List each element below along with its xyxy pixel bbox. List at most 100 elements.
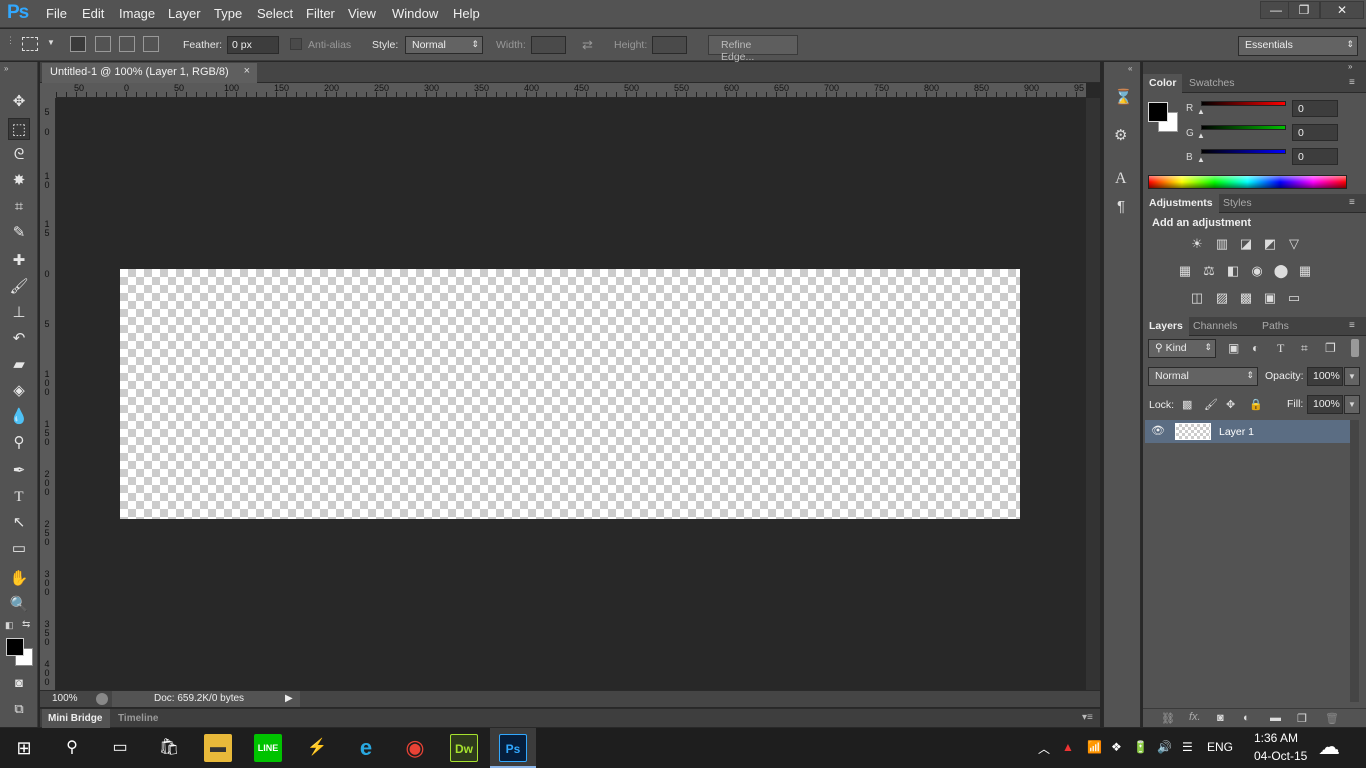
show-hidden-icons-icon[interactable]: ︿ (1038, 740, 1050, 757)
windows-start-icon[interactable]: ⊞ (10, 734, 38, 762)
eyedropper-icon[interactable]: ✎ (8, 222, 30, 244)
new-layer-icon[interactable]: ❐ (1297, 712, 1307, 725)
search-icon[interactable]: ⚲ (58, 734, 86, 762)
pen-tool-icon[interactable]: ✒ (8, 460, 30, 482)
marquee-preset-icon[interactable] (22, 37, 38, 51)
filter-shape-icon[interactable]: ⌗ (1301, 341, 1308, 356)
close-button[interactable]: ✕ (1320, 1, 1364, 19)
hue-saturation-icon[interactable]: ▦ (1176, 262, 1194, 280)
task-view-icon[interactable]: ▭ (106, 734, 134, 762)
swap-icon[interactable]: ⇄ (582, 37, 593, 53)
photoshop-taskbar-icon[interactable]: Ps (499, 734, 527, 762)
lock-all-icon[interactable]: 🔒 (1249, 398, 1263, 411)
add-selection-icon[interactable] (95, 36, 111, 52)
b-slider[interactable] (1201, 149, 1286, 154)
tab-timeline[interactable]: Timeline (118, 713, 158, 724)
panel-menu-icon[interactable]: ≡ (1349, 77, 1355, 88)
tab-adjustments[interactable]: Adjustments (1143, 194, 1219, 213)
filter-smart-object-icon[interactable]: ❐ (1325, 341, 1336, 355)
panel-menu-icon[interactable]: ≡ (1349, 320, 1355, 331)
expand-icon[interactable]: « (1128, 64, 1132, 73)
filter-pixel-icon[interactable]: ▣ (1228, 341, 1239, 355)
tab-close-icon[interactable]: × (244, 65, 250, 77)
color-lookup-icon[interactable]: ▦ (1296, 262, 1314, 280)
b-value-input[interactable]: 0 (1292, 148, 1338, 165)
menu-help[interactable]: Help (453, 6, 480, 21)
lock-image-icon[interactable]: 🖌 (1204, 398, 1218, 411)
threshold-icon[interactable]: ▩ (1237, 289, 1255, 307)
wifi-icon[interactable]: 📶 (1087, 740, 1102, 754)
lock-position-icon[interactable]: ✥ (1226, 398, 1235, 411)
style-select[interactable]: Normal (405, 36, 483, 54)
clone-stamp-icon[interactable]: ⊥ (8, 302, 30, 324)
refine-edge-button[interactable]: Refine Edge... (708, 35, 798, 63)
layers-scrollbar[interactable] (1350, 420, 1359, 702)
store-icon[interactable]: 🛍 (155, 734, 183, 762)
menu-edit[interactable]: Edit (82, 6, 104, 21)
width-input[interactable] (531, 36, 566, 54)
dropbox-icon[interactable]: ❖ (1111, 740, 1122, 754)
slider-handle-icon[interactable]: ▲ (1197, 155, 1205, 164)
menu-window[interactable]: Window (392, 6, 438, 21)
vibrance-icon[interactable]: ▽ (1285, 235, 1303, 253)
intersect-selection-icon[interactable] (143, 36, 159, 52)
filter-toggle[interactable] (1351, 339, 1359, 357)
menu-image[interactable]: Image (119, 6, 155, 21)
move-tool-icon[interactable]: ✥ (8, 91, 30, 113)
blur-tool-icon[interactable]: 💧 (8, 406, 30, 428)
menu-select[interactable]: Select (257, 6, 293, 21)
foreground-color-swatch[interactable] (6, 638, 24, 656)
line-app-icon[interactable]: LINE (254, 734, 282, 762)
swap-colors-icon[interactable]: ⇆ (22, 619, 30, 630)
rectangle-tool-icon[interactable]: ▭ (8, 538, 30, 560)
language-indicator[interactable]: ENG (1207, 740, 1233, 754)
collapse-icon[interactable]: » (4, 64, 8, 73)
default-colors-icon[interactable]: ◧ (5, 620, 14, 631)
black-white-icon[interactable]: ◧ (1224, 262, 1242, 280)
dodge-tool-icon[interactable]: ⚲ (8, 432, 30, 454)
r-value-input[interactable]: 0 (1292, 100, 1338, 117)
lasso-tool-icon[interactable]: ᘓ (8, 144, 30, 166)
slider-handle-icon[interactable]: ▲ (1197, 107, 1205, 116)
fill-input[interactable]: 100% (1307, 395, 1343, 414)
vertical-scrollbar[interactable] (1086, 98, 1100, 690)
selective-color-icon[interactable]: ▣ (1261, 289, 1279, 307)
g-slider[interactable] (1201, 125, 1286, 130)
subtract-selection-icon[interactable] (119, 36, 135, 52)
chrome-icon[interactable]: ◉ (401, 734, 429, 762)
collapse-icon[interactable]: » (1348, 62, 1352, 71)
gradient-map-icon[interactable]: ▭ (1285, 289, 1303, 307)
healing-brush-icon[interactable]: ✚ (8, 250, 30, 272)
clock-date[interactable]: 04-Oct-15 (1254, 749, 1307, 763)
status-menu-icon[interactable]: ▶ (285, 693, 293, 704)
tab-layers[interactable]: Layers (1143, 317, 1189, 336)
levels-icon[interactable]: ▥ (1213, 235, 1231, 253)
exposure-icon[interactable]: ◩ (1261, 235, 1279, 253)
panel-menu-icon[interactable]: ▾≡ (1082, 712, 1093, 723)
workspace-select[interactable]: Essentials (1238, 36, 1358, 56)
height-input[interactable] (652, 36, 687, 54)
menu-view[interactable]: View (348, 6, 376, 21)
tray-app-icon[interactable]: ▲ (1062, 740, 1074, 754)
type-tool-icon[interactable]: T (8, 486, 30, 508)
feather-input[interactable]: 0 px (227, 36, 279, 54)
new-selection-icon[interactable] (70, 36, 86, 52)
restore-button[interactable]: ❐ (1288, 1, 1320, 19)
invert-icon[interactable]: ◫ (1188, 289, 1206, 307)
layer-row[interactable]: 👁 Layer 1 (1145, 420, 1350, 443)
visibility-eye-icon[interactable]: 👁 (1151, 424, 1165, 437)
menu-layer[interactable]: Layer (168, 6, 201, 21)
menu-type[interactable]: Type (214, 6, 242, 21)
menu-file[interactable]: File (46, 6, 67, 21)
quick-mask-icon[interactable]: ◙ (8, 672, 30, 694)
crop-tool-icon[interactable]: ⌗ (8, 196, 30, 218)
tab-swatches[interactable]: Swatches (1183, 74, 1241, 93)
filter-type-icon[interactable]: T (1277, 341, 1284, 356)
document-canvas[interactable] (120, 269, 1020, 519)
add-mask-icon[interactable]: ◙ (1217, 712, 1224, 724)
hand-tool-icon[interactable]: ✋ (8, 568, 30, 590)
new-group-icon[interactable]: ▬ (1270, 712, 1281, 724)
tab-mini-bridge[interactable]: Mini Bridge (42, 709, 110, 728)
chevron-down-icon[interactable]: ▼ (1344, 395, 1360, 414)
layer-filter-kind-select[interactable]: ⚲ Kind (1148, 339, 1216, 358)
